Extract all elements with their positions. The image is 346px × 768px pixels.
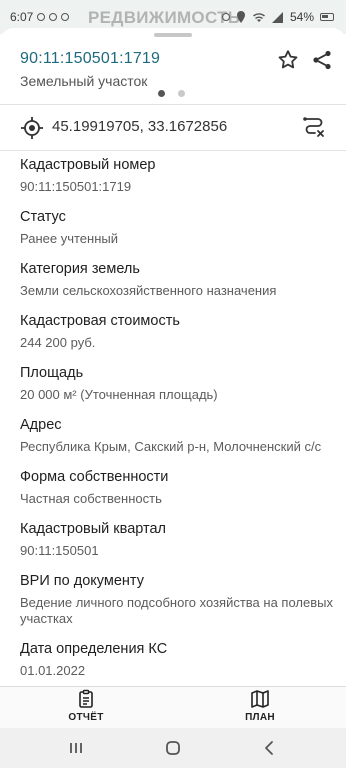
parcel-title: 90:11:150501:1719	[20, 50, 161, 67]
system-nav-bar	[0, 728, 346, 768]
bottom-tabbar: ОТЧЁТ ПЛАН	[0, 687, 346, 728]
field-value[interactable]: 90:11:150501:1719	[20, 179, 336, 195]
tab-label: ПЛАН	[245, 712, 275, 723]
field-value[interactable]: 90:11:150501	[20, 543, 336, 559]
notification-icon	[61, 13, 70, 21]
field-ownership: Форма собственности Частная собственност…	[20, 468, 336, 507]
drag-handle[interactable]	[154, 33, 192, 37]
field-value: Ранее учтенный	[20, 231, 118, 246]
battery-icon	[320, 13, 334, 21]
tab-report[interactable]: ОТЧЁТ	[46, 689, 126, 727]
route-icon[interactable]	[301, 114, 327, 140]
field-value: Ведение личного подсобного хозяйства на …	[20, 595, 333, 626]
field-label: Кадастровый номер	[20, 157, 156, 173]
tab-plan[interactable]: ПЛАН	[220, 689, 300, 727]
home-icon[interactable]	[161, 736, 185, 760]
field-cadastral-number: Кадастровый номер 90:11:150501:1719	[20, 156, 336, 195]
page-dot-active[interactable]	[158, 90, 165, 97]
map-icon	[251, 690, 269, 708]
status-right: 54%	[221, 10, 334, 24]
field-area: Площадь 20 000 м² (Уточненная площадь)	[20, 364, 336, 403]
tab-label: ОТЧЁТ	[68, 712, 104, 723]
field-address: Адрес Республика Крым, Сакский р-н, Моло…	[20, 416, 336, 455]
recents-icon[interactable]	[64, 736, 88, 760]
page-dot[interactable]	[178, 90, 185, 97]
coordinates-text[interactable]: 45.19919705, 33.1672856	[52, 118, 227, 135]
field-value: Земли сельскохозяйственного назначения	[20, 283, 277, 298]
coordinates-row[interactable]: 45.19919705, 33.1672856	[0, 106, 346, 148]
share-icon[interactable]	[310, 48, 334, 72]
field-label: Форма собственности	[20, 469, 169, 485]
field-label: Кадастровая стоимость	[20, 313, 180, 329]
location-status-icon	[236, 11, 245, 23]
field-label: Дата определения КС	[20, 641, 168, 657]
field-permitted-use: ВРИ по документу Ведение личного подсобн…	[20, 572, 336, 627]
location-target-icon[interactable]	[20, 116, 44, 140]
notification-icon	[49, 13, 58, 21]
parcel-subtitle: Земельный участок	[20, 73, 148, 89]
field-valuation-date: Дата определения КС 01.01.2022	[20, 640, 336, 679]
notification-icon	[37, 13, 46, 21]
field-label: ВРИ по документу	[20, 573, 144, 589]
report-icon	[79, 689, 93, 708]
field-value[interactable]: Республика Крым, Сакский р-н, Молочненск…	[20, 439, 336, 455]
field-label: Категория земель	[20, 261, 140, 277]
field-land-category: Категория земель Земли сельскохозяйствен…	[20, 260, 336, 299]
app-name-overlay: РЕДВИЖИМОСТЬ	[88, 8, 241, 27]
field-cadastral-quarter: Кадастровый квартал 90:11:150501	[20, 520, 336, 559]
field-label: Адрес	[20, 417, 62, 433]
status-time: 6:07	[10, 10, 34, 24]
field-value: Частная собственность	[20, 491, 162, 506]
star-icon[interactable]	[276, 48, 300, 72]
signal-icon	[271, 11, 283, 23]
alarm-icon	[221, 13, 230, 21]
field-status: Статус Ранее учтенный	[20, 208, 336, 247]
field-value: 20 000 м² (Уточненная площадь)	[20, 387, 218, 402]
field-value: 244 200 руб.	[20, 335, 96, 350]
field-label: Площадь	[20, 365, 84, 381]
back-icon[interactable]	[257, 736, 281, 760]
divider	[0, 104, 346, 105]
page-indicator	[158, 90, 185, 97]
status-left: 6:07	[10, 10, 70, 24]
battery-percent: 54%	[289, 10, 314, 24]
field-label: Статус	[20, 209, 66, 225]
field-cadastral-value: Кадастровая стоимость 244 200 руб.	[20, 312, 336, 351]
parcel-sheet: 90:11:150501:1719 Земельный участок 45.1…	[0, 28, 346, 687]
field-label: Кадастровый квартал	[20, 521, 167, 537]
field-value: 01.01.2022	[20, 663, 86, 678]
wifi-icon	[252, 12, 265, 22]
divider	[0, 150, 346, 151]
